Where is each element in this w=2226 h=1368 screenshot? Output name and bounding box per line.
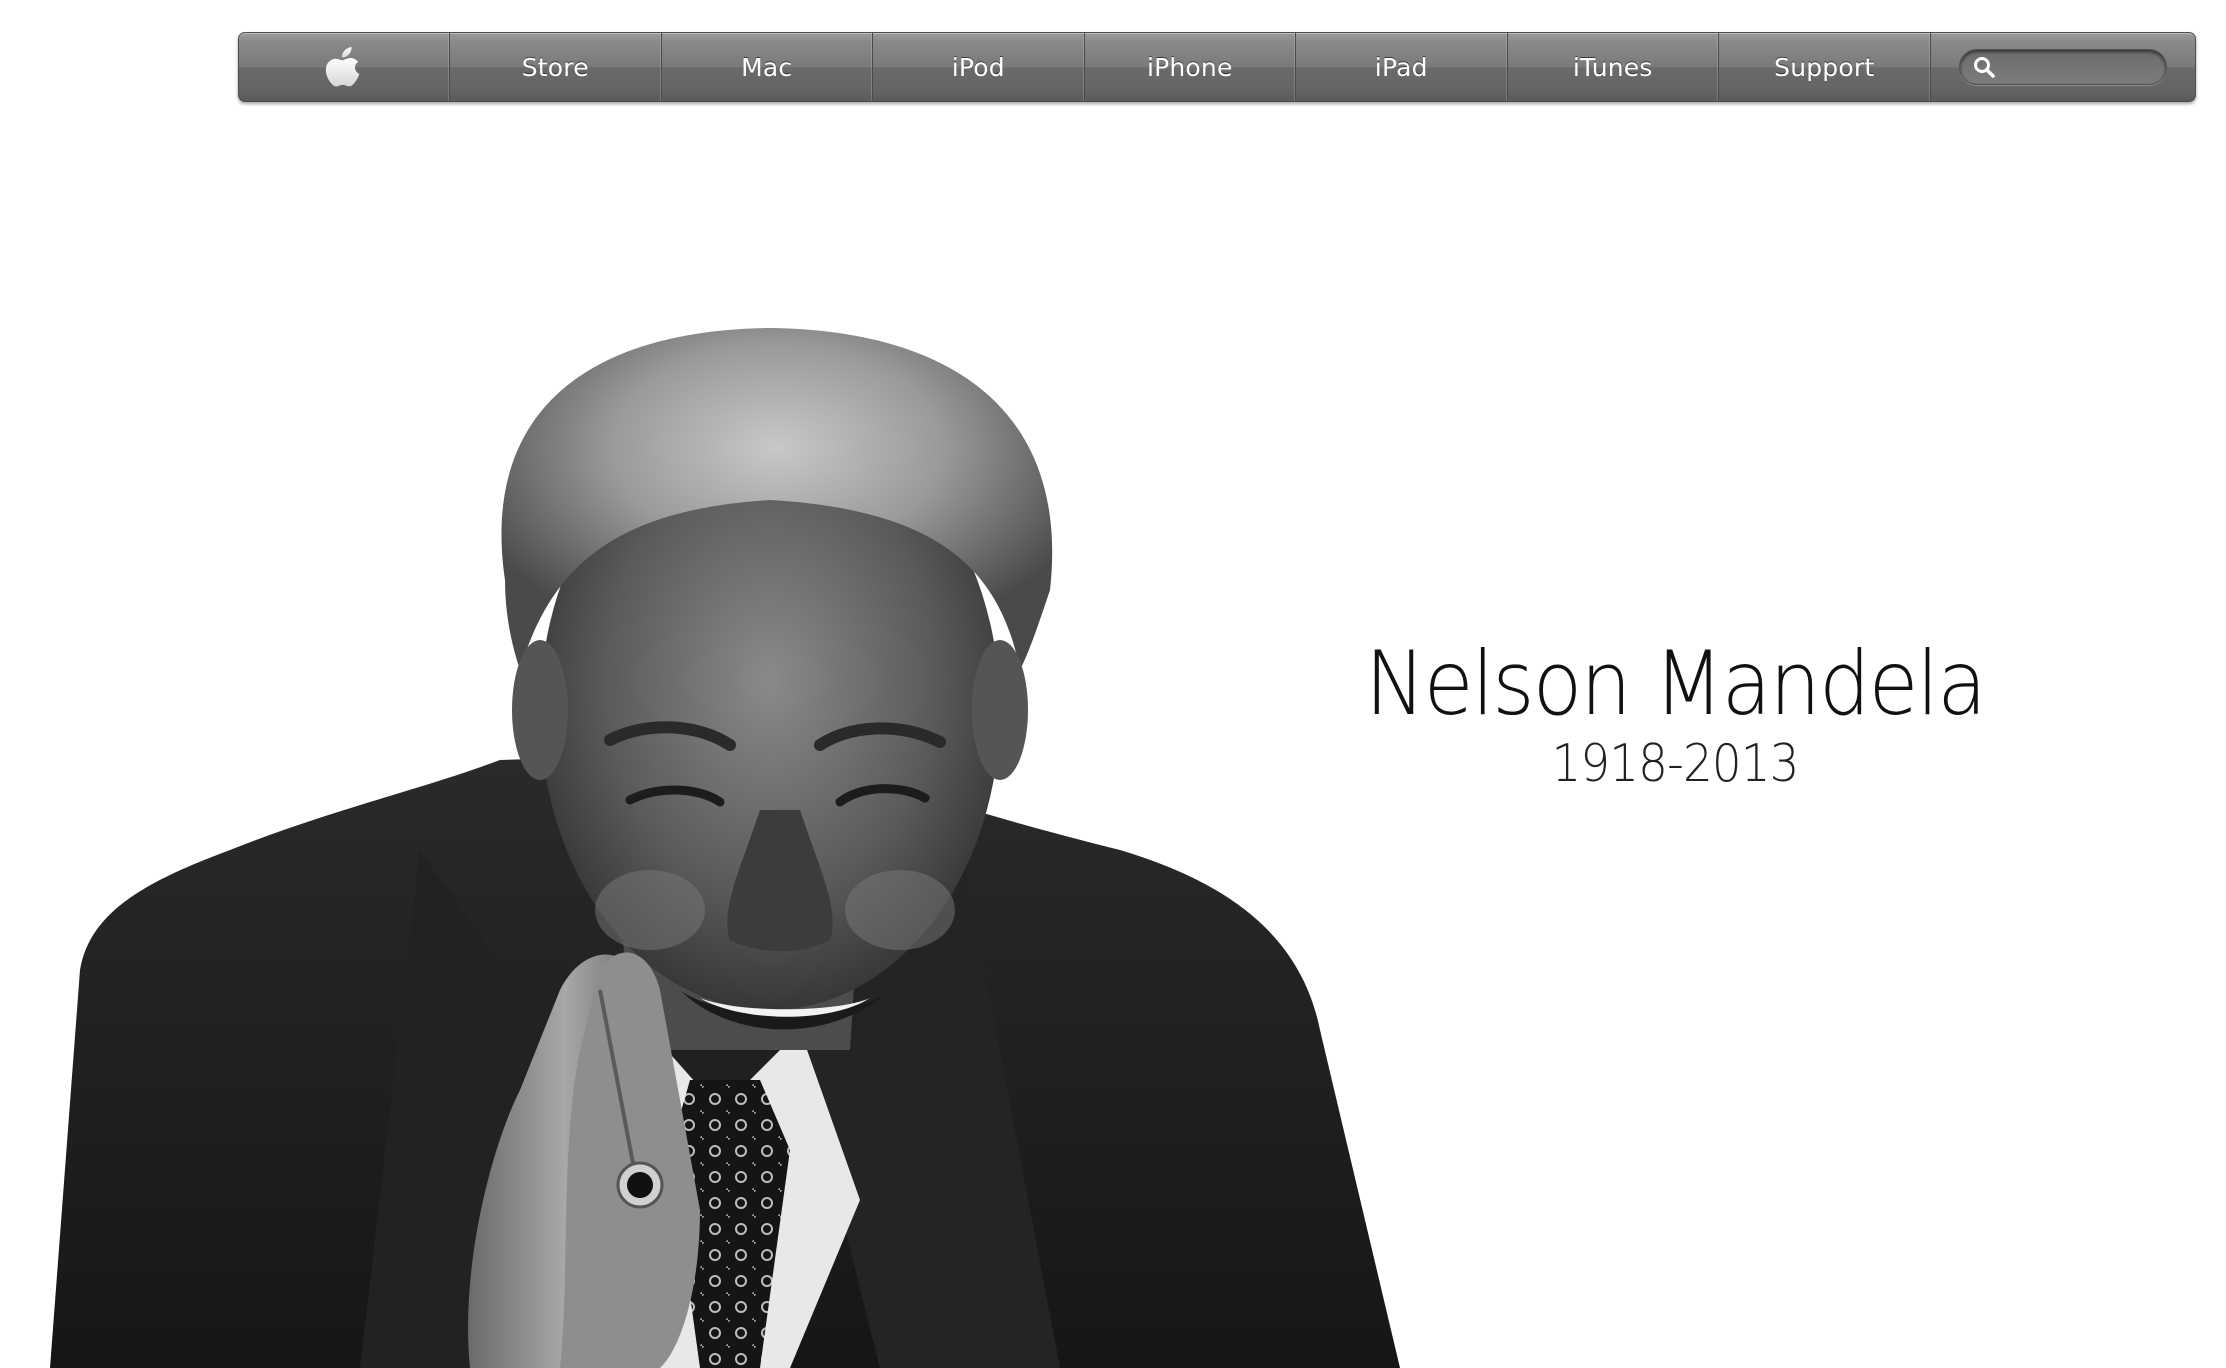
nav-item-label: iPad	[1374, 52, 1428, 82]
global-nav: Store Mac iPod iPhone iPad iTunes Suppor…	[238, 32, 2196, 102]
hero-years: 1918-2013	[1551, 734, 1800, 794]
nav-item-iphone[interactable]: iPhone	[1085, 33, 1296, 101]
nav-search	[1931, 33, 2196, 101]
nav-item-label: Store	[521, 52, 589, 82]
search-field[interactable]	[1958, 49, 2167, 85]
search-input[interactable]	[2001, 51, 2156, 83]
nav-item-ipod[interactable]: iPod	[873, 33, 1085, 101]
hero-text: Nelson Mandela 1918-2013	[1300, 632, 2050, 794]
nav-item-label: iTunes	[1572, 52, 1653, 82]
nav-item-ipad[interactable]: iPad	[1296, 33, 1508, 101]
nav-item-store[interactable]: Store	[450, 33, 662, 101]
nav-item-label: Mac	[741, 52, 793, 82]
page: Store Mac iPod iPhone iPad iTunes Suppor…	[0, 0, 2226, 1368]
nav-item-label: iPod	[951, 52, 1005, 82]
nav-item-itunes[interactable]: iTunes	[1508, 33, 1719, 101]
nav-item-support[interactable]: Support	[1719, 33, 1931, 101]
nav-item-mac[interactable]: Mac	[662, 33, 873, 101]
portrait-photo	[50, 328, 1400, 1368]
nav-item-label: iPhone	[1146, 52, 1233, 82]
apple-logo-icon	[325, 47, 360, 87]
search-icon	[1973, 57, 1995, 78]
hero-title: Nelson Mandela	[1365, 632, 1987, 735]
nav-item-label: Support	[1774, 52, 1875, 82]
nav-apple-logo[interactable]	[239, 33, 450, 101]
